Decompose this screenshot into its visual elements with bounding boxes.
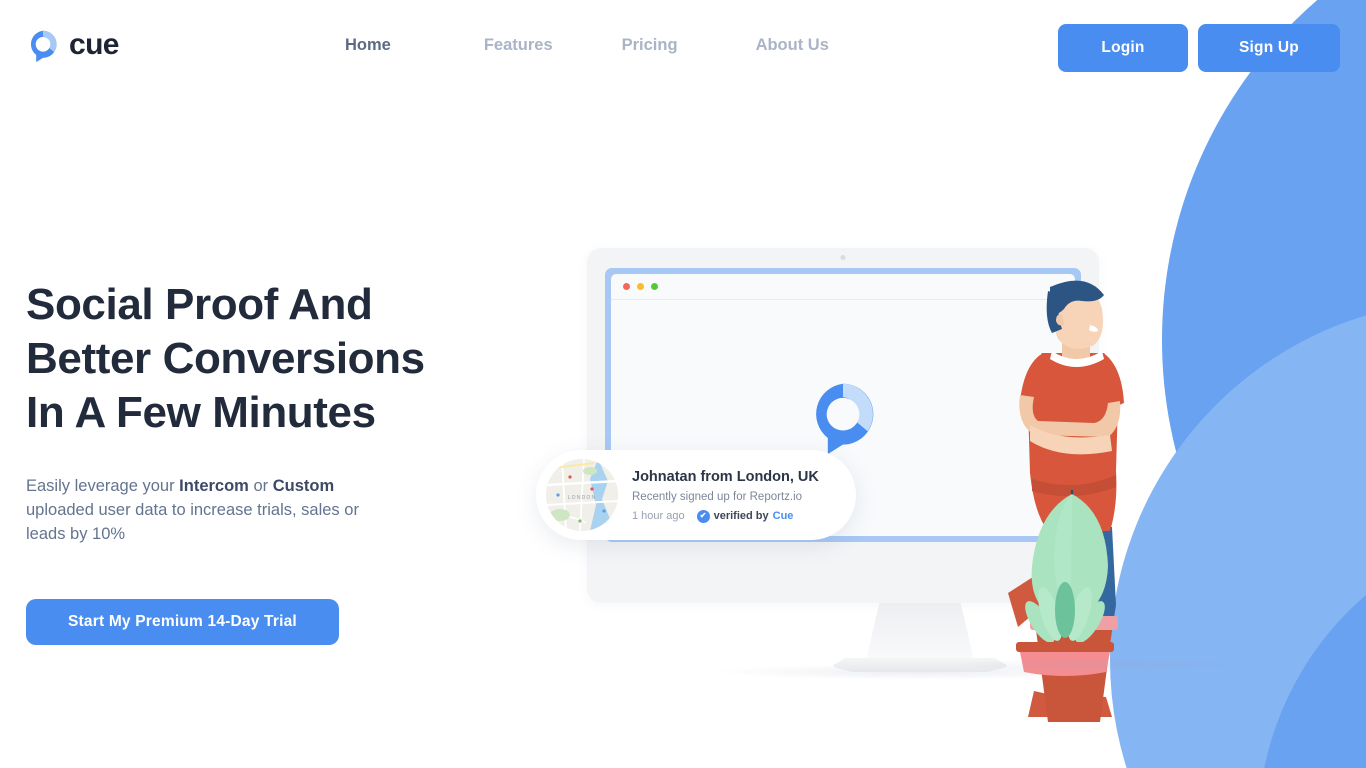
verified-brand: Cue	[772, 510, 794, 522]
webcam-dot-icon	[840, 255, 846, 260]
page-title: Social Proof And Better Conversions In A…	[26, 278, 526, 440]
social-proof-notification[interactable]: LONDON Johnatan from London, UK Recently…	[536, 450, 856, 540]
header-actions: Login Sign Up	[1058, 24, 1340, 72]
main-navigation: Home Features Pricing About Us	[345, 36, 829, 55]
login-button[interactable]: Login	[1058, 24, 1188, 72]
verified-badge: ✔ verified by Cue	[696, 509, 794, 523]
hero-section: Social Proof And Better Conversions In A…	[26, 278, 526, 645]
nav-item-pricing[interactable]: Pricing	[622, 36, 678, 55]
notification-content: Johnatan from London, UK Recently signed…	[632, 468, 819, 523]
nav-item-about-us[interactable]: About Us	[756, 36, 829, 55]
site-header: cue Home Features Pricing About Us Login…	[0, 0, 1366, 96]
start-trial-button[interactable]: Start My Premium 14-Day Trial	[26, 599, 339, 645]
signup-button[interactable]: Sign Up	[1198, 24, 1340, 72]
hero-title-line-1: Social Proof And	[26, 280, 373, 329]
nav-item-features[interactable]: Features	[484, 36, 553, 55]
close-dot-icon	[623, 283, 630, 290]
nav-item-home[interactable]: Home	[345, 36, 391, 55]
monitor-stand-neck	[865, 603, 975, 665]
character-ground-shadow	[950, 658, 1250, 672]
hero-sub-part-3: uploaded user data to increase trials, s…	[26, 501, 359, 543]
svg-text:LONDON: LONDON	[568, 495, 597, 501]
maximize-dot-icon	[651, 283, 658, 290]
check-circle-icon: ✔	[696, 509, 710, 523]
cue-logo-mark-icon	[816, 383, 874, 455]
minimize-dot-icon	[637, 283, 644, 290]
notification-timestamp: 1 hour ago	[632, 510, 685, 522]
landing-page: cue Home Features Pricing About Us Login…	[0, 0, 1366, 768]
hero-sub-part-2: or	[248, 477, 273, 495]
london-map-graphic: LONDON	[546, 459, 618, 531]
cue-speech-bubble-logo-icon	[30, 30, 57, 63]
hero-title-line-3: In A Few Minutes	[26, 388, 376, 437]
notification-name: Johnatan from London, UK	[632, 468, 819, 485]
verified-label: verified by	[713, 510, 769, 522]
map-thumbnail-icon: LONDON	[546, 459, 618, 531]
hero-subtitle: Easily leverage your Intercom or Custom …	[26, 474, 386, 546]
hero-illustration: LONDON Johnatan from London, UK Recently…	[520, 60, 1320, 740]
hero-title-line-2: Better Conversions	[26, 334, 425, 383]
brand-name: cue	[69, 28, 120, 61]
hero-sub-bold-intercom: Intercom	[179, 477, 249, 495]
notification-meta: 1 hour ago ✔ verified by Cue	[632, 509, 819, 523]
notification-description: Recently signed up for Reportz.io	[632, 490, 803, 503]
brand-logo[interactable]: cue	[26, 28, 120, 63]
hero-sub-part-1: Easily leverage your	[26, 477, 180, 495]
hero-sub-bold-custom: Custom	[272, 477, 335, 495]
